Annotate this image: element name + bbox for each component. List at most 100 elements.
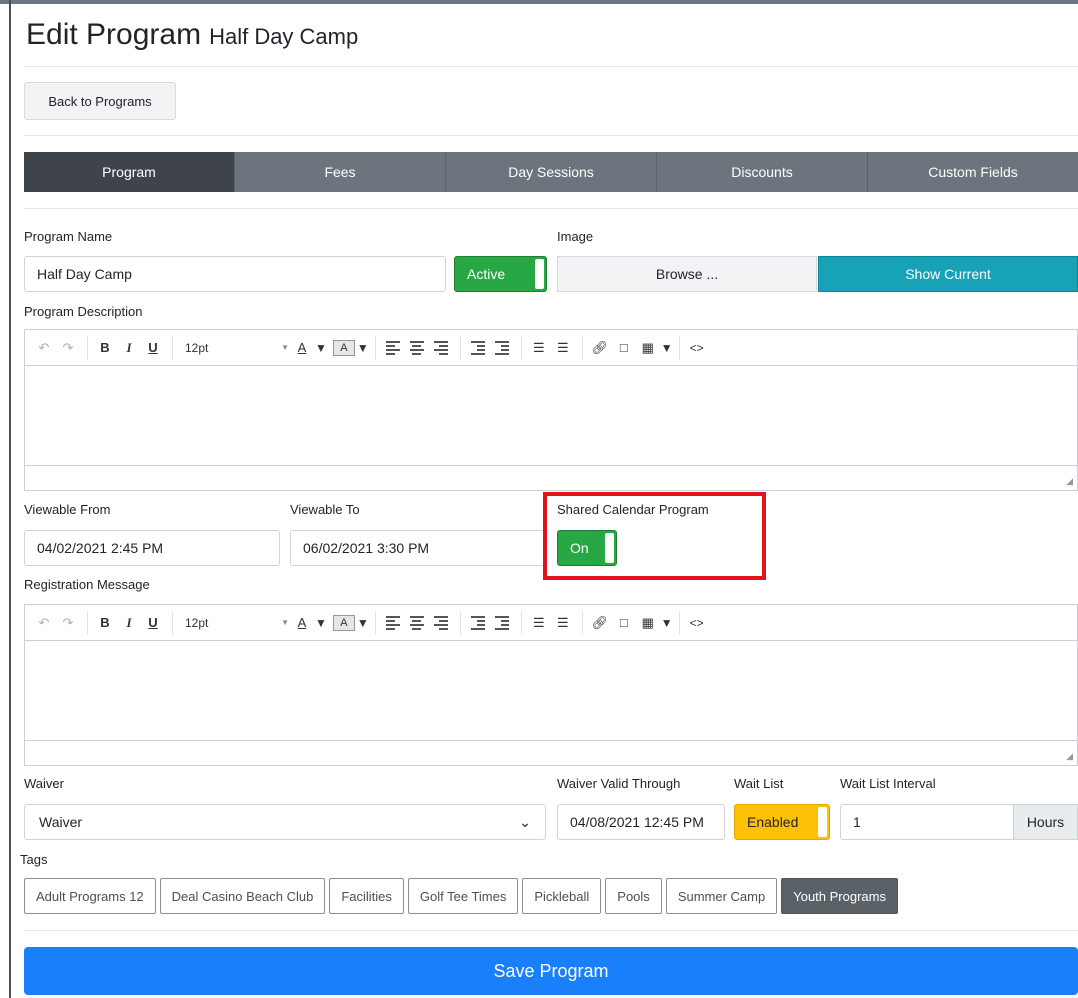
align-left-icon[interactable] <box>382 611 404 635</box>
align-right-icon[interactable] <box>430 611 452 635</box>
back-to-programs-button[interactable]: Back to Programs <box>24 82 176 120</box>
undo-icon[interactable]: ↶ <box>33 336 55 360</box>
tag-youth-programs[interactable]: Youth Programs <box>781 878 898 914</box>
tag-summer-camp[interactable]: Summer Camp <box>665 878 778 914</box>
tag-golf-tee-times[interactable]: Golf Tee Times <box>407 878 519 914</box>
font-color-button[interactable]: A <box>291 611 313 635</box>
indent-icon[interactable] <box>491 611 513 635</box>
viewable-to-input[interactable]: 06/02/2021 3:30 PM <box>290 530 546 566</box>
tags-group: Adult Programs 12 Deal Casino Beach Club… <box>24 878 898 914</box>
table-icon[interactable]: ▦ <box>637 336 659 360</box>
font-color-button[interactable]: A <box>291 336 313 360</box>
browse-button[interactable]: Browse ... <box>557 256 817 292</box>
toolbar-separator <box>678 610 680 635</box>
active-toggle-label: Active <box>467 266 506 282</box>
align-center-icon[interactable] <box>406 611 428 635</box>
editor-toolbar: ↶ ↷ B I U 12pt ▼ A ▼ A ▼ ☰ ☰ 🔗︎ □ ▦ ▼ <> <box>25 605 1077 641</box>
tab-custom-fields[interactable]: Custom Fields <box>868 152 1078 192</box>
waiver-select-value: Waiver <box>39 814 83 830</box>
numbered-list-icon[interactable]: ☰ <box>552 336 574 360</box>
active-toggle[interactable]: Active <box>454 256 547 292</box>
tags-label: Tags <box>20 852 48 867</box>
bullet-list-icon[interactable]: ☰ <box>528 336 550 360</box>
save-program-button[interactable]: Save Program <box>24 947 1078 995</box>
toolbar-separator <box>374 610 376 635</box>
registration-message-label: Registration Message <box>24 577 150 592</box>
undo-icon[interactable]: ↶ <box>33 611 55 635</box>
waiver-valid-through-input[interactable]: 04/08/2021 12:45 PM <box>557 804 725 840</box>
show-current-button[interactable]: Show Current <box>818 256 1078 292</box>
toggle-knob <box>818 807 827 837</box>
underline-button[interactable]: U <box>142 336 164 360</box>
program-description-editor: ↶ ↷ B I U 12pt ▼ A ▼ A ▼ ☰ ☰ 🔗︎ □ ▦ ▼ <> ◢ <box>24 329 1078 491</box>
font-size-select[interactable]: 12pt ▼ <box>179 336 289 360</box>
tab-discounts[interactable]: Discounts <box>657 152 868 192</box>
numbered-list-icon[interactable]: ☰ <box>552 611 574 635</box>
viewable-from-input[interactable]: 04/02/2021 2:45 PM <box>24 530 280 566</box>
tab-fees[interactable]: Fees <box>235 152 446 192</box>
page-title-text: Edit Program <box>26 18 202 51</box>
toolbar-separator <box>520 610 522 635</box>
wait-list-label: Wait List <box>734 776 784 791</box>
outdent-icon[interactable] <box>467 611 489 635</box>
divider <box>24 208 1078 209</box>
align-right-icon[interactable] <box>430 336 452 360</box>
viewable-from-label: Viewable From <box>24 502 111 517</box>
editor-content-area[interactable] <box>25 366 1077 466</box>
tab-day-sessions[interactable]: Day Sessions <box>446 152 657 192</box>
toolbar-separator <box>520 335 522 360</box>
background-color-button[interactable]: A <box>332 339 355 356</box>
toolbar-separator <box>581 610 583 635</box>
wait-list-toggle[interactable]: Enabled <box>734 804 830 840</box>
align-center-icon[interactable] <box>406 336 428 360</box>
background-color-button[interactable]: A <box>332 614 355 631</box>
tag-adult-programs-12[interactable]: Adult Programs 12 <box>24 878 156 914</box>
wait-list-interval-label: Wait List Interval <box>840 776 936 791</box>
toolbar-separator <box>172 610 173 635</box>
link-icon[interactable]: 🔗︎ <box>589 611 611 635</box>
chevron-down-icon: ▼ <box>281 343 289 352</box>
chevron-down-icon: ▼ <box>315 615 327 630</box>
document-icon[interactable]: □ <box>613 336 635 360</box>
tag-facilities[interactable]: Facilities <box>329 878 404 914</box>
table-icon[interactable]: ▦ <box>637 611 659 635</box>
tab-bar: Program Fees Day Sessions Discounts Cust… <box>24 152 1078 192</box>
outdent-icon[interactable] <box>467 336 489 360</box>
link-icon[interactable]: 🔗︎ <box>589 336 611 360</box>
italic-button[interactable]: I <box>118 336 140 360</box>
indent-icon[interactable] <box>491 336 513 360</box>
waiver-select[interactable]: Waiver ⌄ <box>24 804 546 840</box>
source-code-icon[interactable]: <> <box>686 611 708 635</box>
document-icon[interactable]: □ <box>613 611 635 635</box>
resize-handle-icon[interactable]: ◢ <box>1066 476 1073 487</box>
wait-list-interval-unit: Hours <box>1013 804 1078 840</box>
bold-button[interactable]: B <box>94 611 116 635</box>
page-title: Edit Program Half Day Camp <box>26 18 358 52</box>
editor-toolbar: ↶ ↷ B I U 12pt ▼ A ▼ A ▼ ☰ ☰ 🔗︎ □ ▦ ▼ <> <box>25 330 1077 366</box>
tag-deal-casino-beach-club[interactable]: Deal Casino Beach Club <box>159 878 326 914</box>
highlight-annotation-box <box>543 492 766 580</box>
bold-button[interactable]: B <box>94 336 116 360</box>
tab-program[interactable]: Program <box>24 152 235 192</box>
redo-icon[interactable]: ↷ <box>57 611 79 635</box>
align-left-icon[interactable] <box>382 336 404 360</box>
source-code-icon[interactable]: <> <box>686 336 708 360</box>
program-name-input[interactable]: Half Day Camp <box>24 256 446 292</box>
font-size-value: 12pt <box>185 615 209 630</box>
font-size-select[interactable]: 12pt ▼ <box>179 611 289 635</box>
bullet-list-icon[interactable]: ☰ <box>528 611 550 635</box>
tag-pools[interactable]: Pools <box>605 878 662 914</box>
toolbar-separator <box>87 335 88 360</box>
editor-content-area[interactable] <box>25 641 1077 741</box>
chevron-down-icon: ▼ <box>315 340 327 355</box>
redo-icon[interactable]: ↷ <box>57 336 79 360</box>
resize-handle-icon[interactable]: ◢ <box>1066 751 1073 762</box>
underline-button[interactable]: U <box>142 611 164 635</box>
window-top-border <box>0 0 1078 4</box>
tag-pickleball[interactable]: Pickleball <box>522 878 602 914</box>
toolbar-separator <box>172 335 173 360</box>
program-description-label: Program Description <box>24 304 143 319</box>
italic-button[interactable]: I <box>118 611 140 635</box>
toggle-knob <box>535 259 544 289</box>
wait-list-interval-input[interactable]: 1 <box>840 804 1014 840</box>
